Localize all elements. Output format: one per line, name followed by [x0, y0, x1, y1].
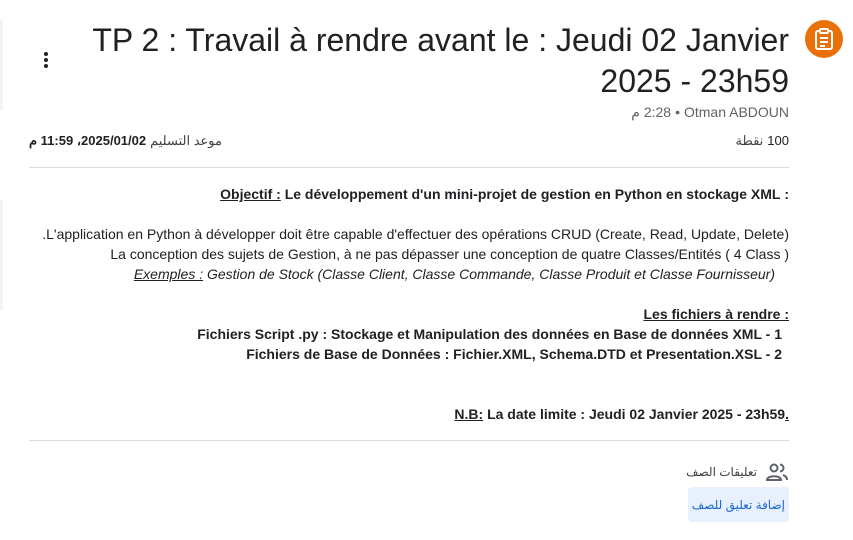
objective-text: Le développement d'un mini-projet de ges… — [284, 186, 781, 202]
meta-separator: • — [675, 104, 680, 120]
examples-label: Exemples : — [133, 266, 204, 282]
assignment-icon — [805, 20, 843, 58]
author-name: Otman ABDOUN — [683, 104, 789, 120]
nb-text: La date limite : Jeudi 02 Janvier 2025 -… — [487, 406, 786, 422]
crud-line: L'application en Python à développer doi… — [42, 226, 789, 242]
left-panel-edge — [0, 0, 3, 540]
class-comments-header: تعليقات الصف — [686, 460, 789, 484]
conception-line: La conception des sujets de Gestion, à n… — [110, 246, 789, 262]
nb-line: .N.B: La date limite : Jeudi 02 Janvier … — [29, 404, 789, 424]
due-date: موعد التسليم 2025/01/02، 11:59 م — [29, 133, 222, 149]
assignment-title: TP 2 : Travail à rendre avant le : Jeudi… — [92, 22, 789, 99]
examples-text: Gestion de Stock (Classe Client, Classe … — [206, 266, 775, 282]
objective-prefix: : — [784, 186, 789, 202]
due-date-value: 2025/01/02، 11:59 م — [29, 133, 147, 148]
examples-line: Exemples : Gestion de Stock (Classe Clie… — [29, 264, 789, 284]
objective-line: : Objectif : Le développement d'un mini-… — [29, 184, 789, 204]
objective-label: Objectif : — [220, 186, 281, 202]
assignment-meta: Otman ABDOUN • 2:28 م — [631, 104, 789, 121]
class-comments-label: تعليقات الصف — [686, 465, 757, 479]
points: 100 نقطة — [735, 133, 789, 149]
divider — [29, 440, 789, 441]
points-due-row: 100 نقطة موعد التسليم 2025/01/02، 11:59 … — [29, 133, 789, 149]
people-icon — [765, 460, 789, 484]
due-label: موعد التسليم — [150, 133, 222, 148]
files-heading: : Les fichiers à rendre — [643, 306, 789, 322]
more-options-button[interactable] — [32, 46, 60, 74]
add-class-comment-button[interactable]: إضافة تعليق للصف — [687, 487, 789, 522]
points-value: 100 — [767, 133, 789, 148]
divider — [29, 167, 789, 168]
assignment-description: : Objectif : Le développement d'un mini-… — [29, 184, 789, 424]
file-item-2: Fichiers de Base de Données : Fichier.XM… — [246, 346, 782, 362]
more-vert-icon — [44, 52, 48, 68]
posted-time: 2:28 م — [631, 104, 672, 120]
file-item-1: Fichiers Script .py : Stockage et Manipu… — [197, 326, 782, 342]
points-label: نقطة — [735, 133, 764, 148]
